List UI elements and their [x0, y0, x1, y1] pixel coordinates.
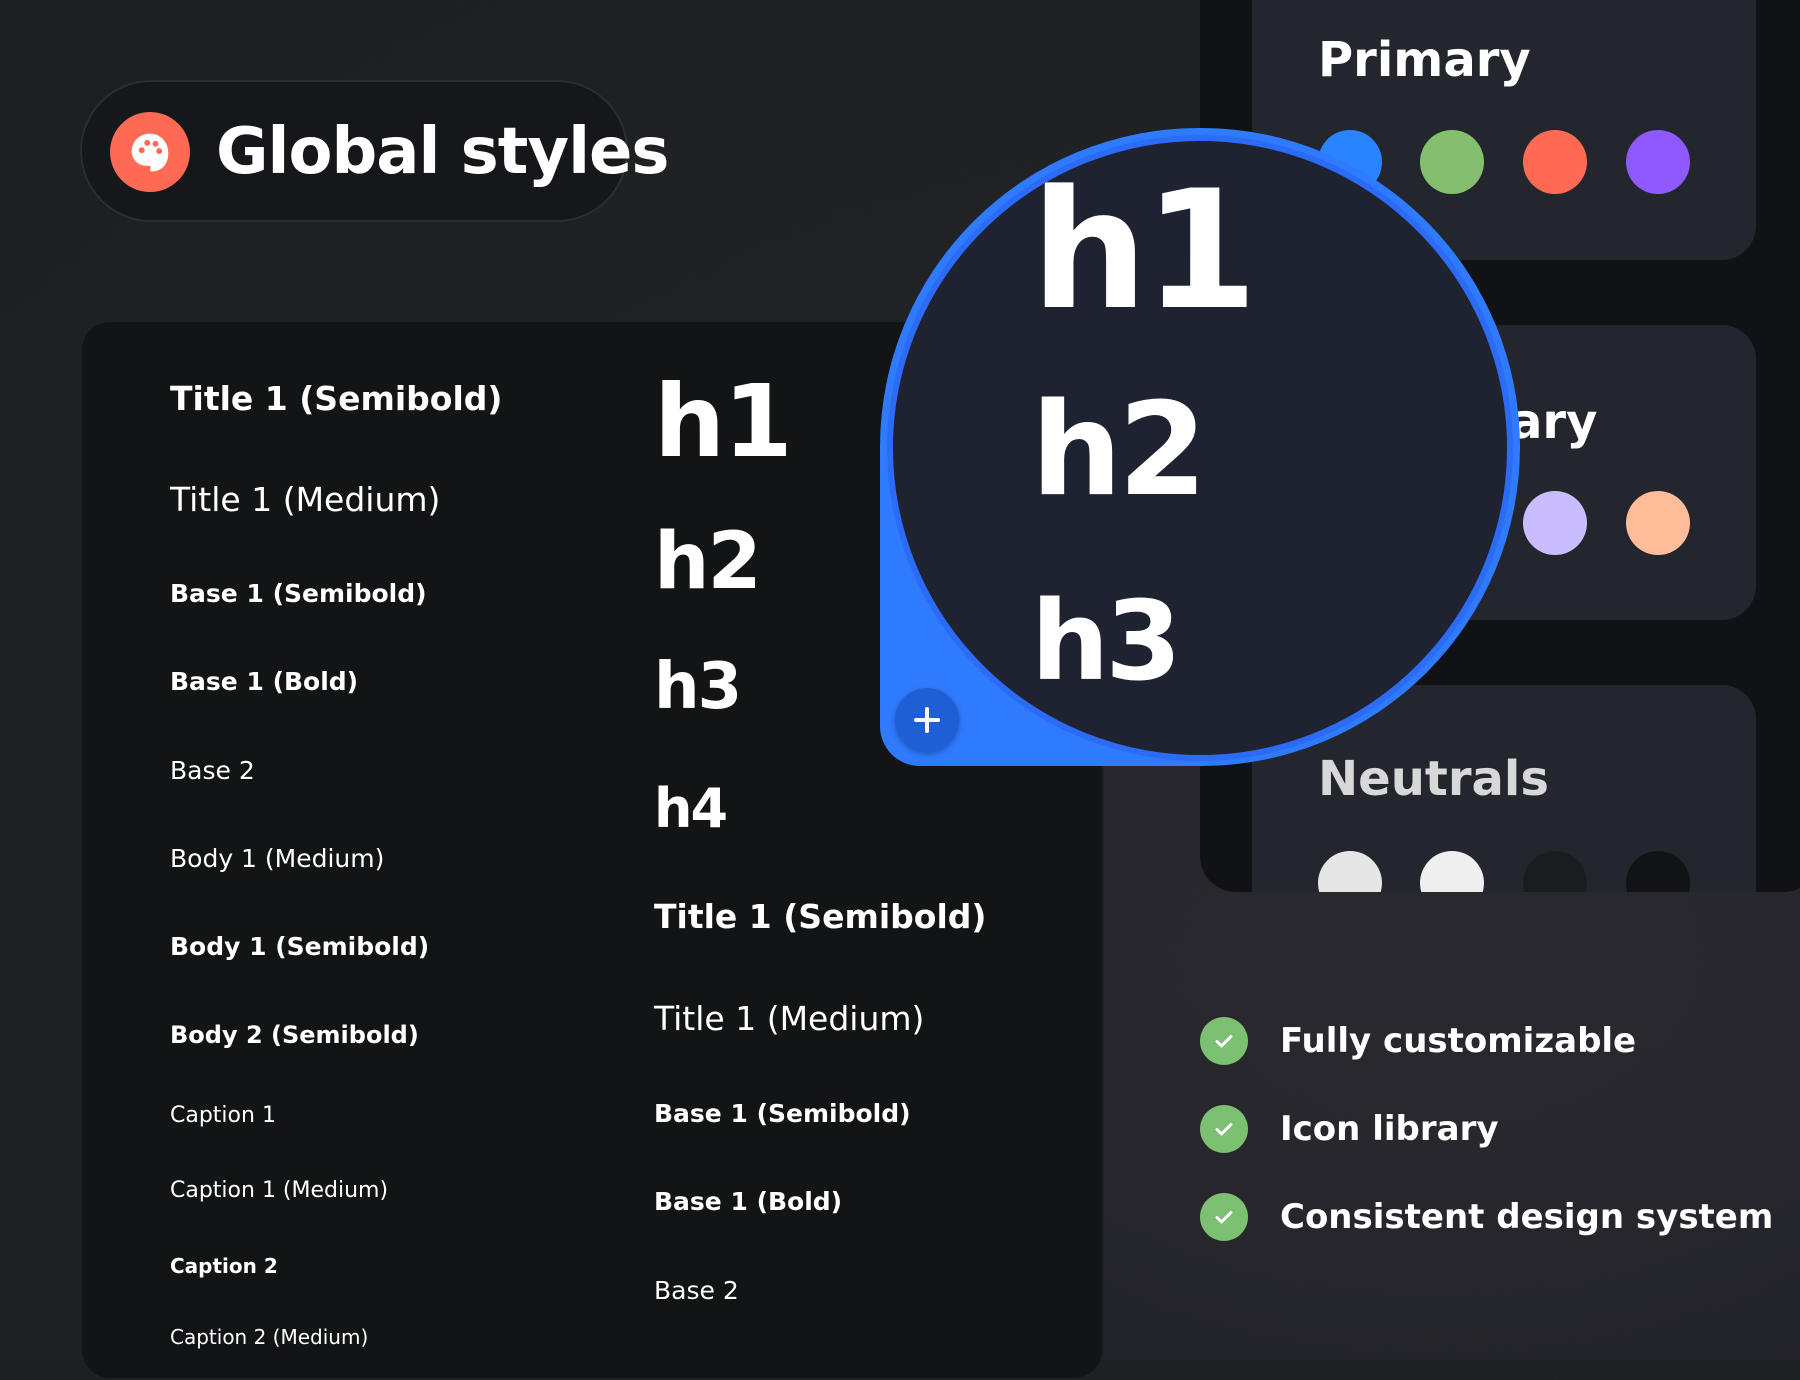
feature-design-system: Consistent design system: [1280, 1197, 1774, 1237]
color-card-title-secondary: ary: [1510, 394, 1598, 450]
style2-title1-medium[interactable]: Title 1 (Medium): [654, 1002, 924, 1035]
style2-base1-semibold[interactable]: Base 1 (Semibold): [654, 1101, 911, 1126]
check-icon: [1200, 1105, 1248, 1153]
style2-base2[interactable]: Base 2: [654, 1278, 739, 1303]
style-body1-medium[interactable]: Body 1 (Medium): [170, 846, 384, 871]
page-title: Global styles: [216, 115, 669, 189]
palette-icon: [110, 112, 190, 192]
style-base1-semibold[interactable]: Base 1 (Semibold): [170, 581, 427, 606]
style-base2[interactable]: Base 2: [170, 758, 255, 783]
style-caption2-medium[interactable]: Caption 2 (Medium): [170, 1327, 368, 1347]
color-card-title-neutrals: Neutrals: [1318, 751, 1549, 807]
heading-sample-h1[interactable]: h1: [654, 372, 793, 472]
style-body1-semibold[interactable]: Body 1 (Semibold): [170, 934, 429, 959]
style-caption1-medium[interactable]: Caption 1 (Medium): [170, 1180, 388, 1202]
style2-title1-semibold[interactable]: Title 1 (Semibold): [654, 900, 986, 933]
magnifier-view: h1 h2 h3: [887, 135, 1513, 761]
swatch-green[interactable]: [1420, 130, 1484, 194]
swatch-neutral-lighter[interactable]: [1420, 851, 1484, 892]
check-icon: [1200, 1193, 1248, 1241]
heading-sample-h4[interactable]: h4: [654, 782, 728, 836]
neutral-swatch-row: [1252, 851, 1756, 892]
swatch-peach[interactable]: [1626, 491, 1690, 555]
swatch-neutral-dark[interactable]: [1523, 851, 1587, 892]
style-caption1[interactable]: Caption 1: [170, 1105, 276, 1127]
feature-customizable: Fully customizable: [1280, 1021, 1637, 1061]
swatch-orange[interactable]: [1523, 130, 1587, 194]
color-card-title-primary: Primary: [1318, 32, 1531, 88]
heading-sample-h2[interactable]: h2: [654, 523, 762, 601]
swatch-purple[interactable]: [1626, 130, 1690, 194]
swatch-neutral-darkest[interactable]: [1626, 851, 1690, 892]
swatch-lavender[interactable]: [1523, 491, 1587, 555]
feature-icon-library: Icon library: [1280, 1109, 1499, 1149]
magnified-h3: h3: [1031, 577, 1182, 705]
add-style-button[interactable]: [895, 688, 959, 752]
check-icon: [1200, 1017, 1248, 1065]
swatch-neutral-light[interactable]: [1318, 851, 1382, 892]
style-body2-semibold[interactable]: Body 2 (Semibold): [170, 1023, 419, 1047]
style-title1-semibold[interactable]: Title 1 (Semibold): [170, 382, 502, 415]
style-caption2[interactable]: Caption 2: [170, 1256, 278, 1276]
style-title1-medium[interactable]: Title 1 (Medium): [170, 483, 440, 516]
magnified-h2: h2: [1031, 376, 1207, 525]
style-base1-bold[interactable]: Base 1 (Bold): [170, 669, 358, 694]
magnifier-lens: h1 h2 h3: [880, 128, 1520, 766]
style2-base1-bold[interactable]: Base 1 (Bold): [654, 1189, 842, 1214]
plus-icon: [914, 707, 940, 733]
magnified-h1: h1: [1031, 155, 1258, 346]
heading-sample-h3[interactable]: h3: [654, 655, 742, 719]
